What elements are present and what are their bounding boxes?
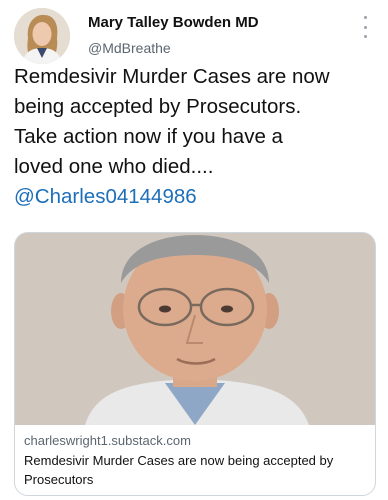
link-preview-card[interactable]: charleswright1.substack.com Remdesivir M…	[14, 232, 376, 496]
tweet-text: Remdesivir Murder Cases are now being ac…	[14, 62, 376, 212]
tweet-text-line: Remdesivir Murder Cases are now	[14, 65, 330, 88]
tweet-text-line: loved one who died....	[14, 155, 214, 178]
link-preview-image[interactable]	[15, 233, 375, 425]
avatar[interactable]	[14, 8, 70, 64]
author-handle[interactable]: @MdBreathe	[88, 40, 171, 56]
tweet: Mary Talley Bowden MD @MdBreathe Remdesi…	[0, 0, 388, 500]
mention-link[interactable]: @Charles04144986	[14, 182, 376, 212]
tweet-text-line: being accepted by Prosecutors.	[14, 95, 302, 118]
author-display-name[interactable]: Mary Talley Bowden MD	[88, 14, 259, 31]
link-preview-title: Remdesivir Murder Cases are now being ac…	[24, 453, 334, 487]
more-vertical-icon[interactable]	[362, 16, 368, 38]
tweet-text-line: Take action now if you have a	[14, 125, 283, 148]
link-preview-domain: charleswright1.substack.com	[24, 433, 191, 448]
tweet-header: Mary Talley Bowden MD @MdBreathe	[14, 8, 374, 64]
